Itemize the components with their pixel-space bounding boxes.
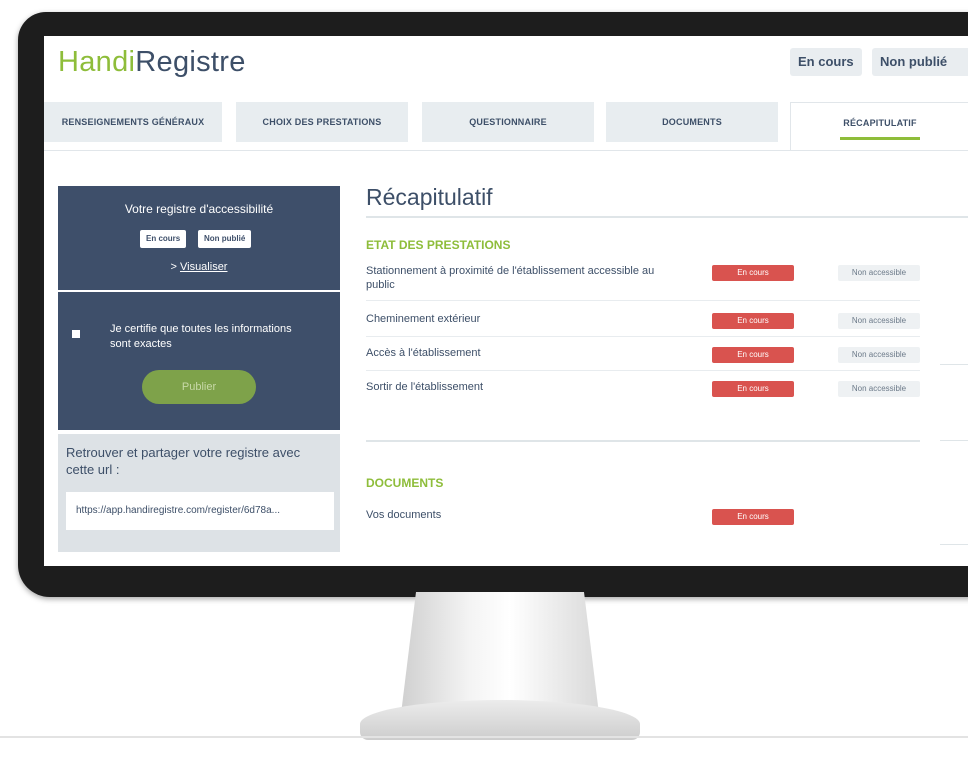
prestation-status-badge: En cours — [712, 313, 794, 329]
prestation-status-badge: En cours — [712, 265, 794, 281]
edge-divider — [940, 544, 968, 545]
share-card: Retrouver et partager votre registre ave… — [58, 434, 340, 552]
floor-line — [0, 736, 968, 738]
title-divider — [366, 216, 968, 218]
row-divider — [366, 370, 920, 371]
logo-text-handi: Handi — [58, 46, 136, 78]
active-tab-indicator — [840, 137, 920, 140]
registry-publication-badge: Non publié — [198, 230, 252, 248]
tab-label: QUESTIONNAIRE — [469, 117, 547, 127]
section-heading-documents: DOCUMENTS — [366, 476, 444, 490]
tab-choix-des-prestations[interactable]: CHOIX DES PRESTATIONS — [236, 102, 408, 142]
edge-divider — [940, 440, 968, 441]
screen: HandiRegistre En cours Non publié RENSEI… — [44, 36, 968, 566]
accessibility-badge: Non accessible — [838, 347, 920, 363]
share-text: Retrouver et partager votre registre ave… — [66, 445, 301, 477]
document-status-badge: En cours — [712, 509, 794, 525]
publication-badge: Non publié — [872, 48, 968, 76]
prestation-row: Sortir de l'établissement En cours Non a… — [366, 380, 920, 404]
logo-text-registre: Registre — [135, 46, 246, 78]
tab-bar: RENSEIGNEMENTS GÉNÉRAUX CHOIX DES PRESTA… — [44, 102, 968, 150]
registry-title: Votre registre d'accessibilité — [124, 202, 274, 216]
visualiser-link[interactable]: Visualiser — [180, 261, 228, 273]
publish-button[interactable]: Publier — [142, 370, 256, 404]
registry-card: Votre registre d'accessibilité En cours … — [58, 186, 340, 290]
prestation-row: Accès à l'établissement En cours Non acc… — [366, 346, 920, 371]
status-badge: En cours — [790, 48, 862, 76]
monitor-base — [360, 700, 640, 740]
accessibility-badge: Non accessible — [838, 265, 920, 281]
publish-card: Je certifie que toutes les informations … — [58, 292, 340, 430]
certify-label: Je certifie que toutes les informations … — [110, 323, 292, 350]
prestation-label: Cheminement extérieur — [366, 313, 481, 325]
prestation-label: Stationnement à proximité de l'établisse… — [366, 265, 655, 291]
document-row: Vos documents En cours — [366, 508, 920, 532]
visualiser-row: > Visualiser — [58, 261, 340, 273]
tab-label: DOCUMENTS — [662, 117, 722, 127]
accessibility-badge: Non accessible — [838, 381, 920, 397]
prestation-status-badge: En cours — [712, 381, 794, 397]
document-label: Vos documents — [366, 509, 442, 521]
row-divider — [366, 336, 920, 337]
prestation-label: Sortir de l'établissement — [366, 381, 484, 393]
app-header: HandiRegistre En cours Non publié — [44, 36, 968, 96]
section-heading-prestations: ETAT DES PRESTATIONS — [366, 238, 511, 252]
accessibility-badge: Non accessible — [838, 313, 920, 329]
certify-checkbox[interactable] — [72, 330, 80, 338]
tab-renseignements-generaux[interactable]: RENSEIGNEMENTS GÉNÉRAUX — [44, 102, 222, 142]
tab-label: CHOIX DES PRESTATIONS — [262, 117, 382, 127]
prestation-row: Stationnement à proximité de l'établisse… — [366, 264, 920, 301]
page-title: Récapitulatif — [366, 184, 493, 210]
prestation-label: Accès à l'établissement — [366, 347, 481, 359]
section-divider — [366, 440, 920, 442]
row-divider — [366, 300, 920, 301]
share-url-field[interactable]: https://app.handiregistre.com/register/6… — [66, 492, 334, 530]
tab-recapitulatif[interactable]: RÉCAPITULATIF — [790, 102, 968, 150]
tab-label: RENSEIGNEMENTS GÉNÉRAUX — [61, 117, 205, 127]
tab-bar-divider — [44, 150, 968, 151]
tab-label: RÉCAPITULATIF — [843, 118, 917, 128]
prestation-status-badge: En cours — [712, 347, 794, 363]
tab-questionnaire[interactable]: QUESTIONNAIRE — [422, 102, 594, 142]
registry-status-badge: En cours — [140, 230, 187, 248]
visualiser-prefix: > — [170, 261, 180, 273]
tab-documents[interactable]: DOCUMENTS — [606, 102, 778, 142]
prestation-row: Cheminement extérieur En cours Non acces… — [366, 312, 920, 337]
edge-divider — [940, 364, 968, 365]
handiregistre-logo[interactable]: HandiRegistre — [58, 46, 246, 79]
